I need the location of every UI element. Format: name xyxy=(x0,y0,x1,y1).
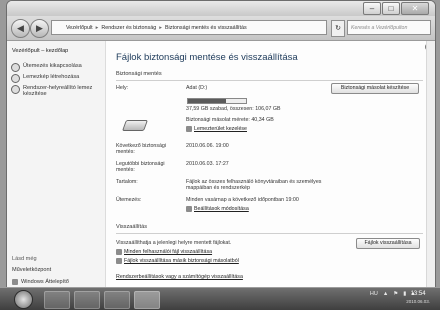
main-content: ? Fájlok biztonsági mentése és visszaáll… xyxy=(106,41,435,287)
backup-section-heading: Biztonsági mentés xyxy=(116,71,162,77)
breadcrumb-system-security[interactable]: Rendszer és biztonság xyxy=(101,25,156,31)
shield-icon xyxy=(11,74,20,83)
page-title: Fájlok biztonsági mentése és visszaállít… xyxy=(116,52,298,63)
contents-label: Tartalom: xyxy=(116,179,138,185)
location-label: Hely: xyxy=(116,85,129,91)
backup-now-button[interactable]: Biztonsági másolat készítése xyxy=(331,83,419,94)
language-indicator[interactable]: HU xyxy=(370,291,378,297)
explorer-taskbar-icon[interactable] xyxy=(74,291,100,309)
shield-icon xyxy=(116,258,122,264)
restore-all-users-link[interactable]: Minden felhasználói fájl visszaállítása xyxy=(116,249,212,255)
clock[interactable]: 13:54 2010.06.03. xyxy=(406,290,430,306)
change-settings-link[interactable]: Beállítások módosítása xyxy=(186,206,249,212)
sidebar-item-label: Ütemezés kikapcsolása xyxy=(23,63,82,69)
sidebar-item-repair-disc[interactable]: Rendszer-helyreállító lemez készítése xyxy=(11,85,101,97)
contents-value: Fájlok az összes felhasználó könyvtáraib… xyxy=(186,179,322,191)
restore-section-heading: Visszaállítás xyxy=(116,224,147,230)
next-backup-label: Következő biztonsági mentés: xyxy=(116,143,167,155)
sidebar-item-label: Lemezkép létrehozása xyxy=(23,74,80,80)
show-hidden-icons-icon[interactable]: ▲ xyxy=(383,291,388,297)
sidebar-action-center-link[interactable]: Műveletközpont xyxy=(12,267,51,273)
title-bar: – □ ✕ xyxy=(7,1,435,16)
breadcrumb-separator-icon: ▸ xyxy=(95,25,99,31)
restore-all-users-label: Minden felhasználói fájl visszaállítása xyxy=(124,249,213,255)
manage-space-label: Lemezterület kezelése xyxy=(194,126,247,132)
breadcrumb-control-panel[interactable]: Vezérlőpult xyxy=(66,25,93,31)
breadcrumb-backup-restore[interactable]: Biztonsági mentés és visszaállítás xyxy=(165,25,247,31)
forward-button[interactable]: ▶ xyxy=(30,19,49,38)
divider xyxy=(116,233,423,234)
last-backup-label: Legutóbbi biztonsági mentés: xyxy=(116,161,165,173)
scrollbar[interactable] xyxy=(426,41,435,287)
media-player-taskbar-icon[interactable] xyxy=(104,291,130,309)
back-button[interactable]: ◀ xyxy=(11,19,30,38)
close-button[interactable]: ✕ xyxy=(401,2,429,15)
clock-time: 13:54 xyxy=(410,291,426,297)
control-panel-taskbar-icon[interactable] xyxy=(134,291,160,309)
sidebar-item-schedule-off[interactable]: Ütemezés kikapcsolása xyxy=(11,63,101,72)
taskbar: HU ▲ ⚑ ▮ ◂ 13:54 2010.06.03. xyxy=(0,287,440,310)
disc-icon xyxy=(11,85,20,94)
restore-files-button[interactable]: Fájlok visszaállítása xyxy=(356,238,420,249)
schedule-value: Minden vasárnap a következő időpontban 1… xyxy=(186,197,299,203)
transfer-icon xyxy=(12,279,18,285)
manage-space-link[interactable]: Lemezterület kezelése xyxy=(186,126,247,132)
restore-other-backup-link[interactable]: Fájlok visszaállítása másik biztonsági m… xyxy=(116,258,239,264)
see-also-heading: Lásd még xyxy=(12,256,37,262)
divider xyxy=(116,80,423,81)
change-settings-label: Beállítások módosítása xyxy=(194,206,249,212)
last-backup-value: 2010.06.03. 17:27 xyxy=(186,161,229,167)
sidebar-home-link[interactable]: Vezérlőpult – kezdőlap xyxy=(12,48,68,54)
restore-description: Visszaállíthatja a jelenlegi helyre ment… xyxy=(116,240,232,246)
maximize-button[interactable]: □ xyxy=(382,2,400,15)
search-input[interactable]: Keresés a Vezérlőpulton xyxy=(347,20,431,35)
window-controls: – □ ✕ xyxy=(363,2,429,15)
drive-name: Adat (D:) xyxy=(186,85,208,91)
restore-files-label: Fájlok visszaállítása xyxy=(364,240,412,246)
shield-icon xyxy=(186,126,192,132)
drive-space: 37,59 GB szabad, összesen: 106,07 GB xyxy=(186,106,281,112)
flag-icon[interactable]: ⚑ xyxy=(393,291,398,297)
hard-drive-icon xyxy=(121,120,149,131)
refresh-icon[interactable]: ↻ xyxy=(331,20,345,37)
sidebar-easy-transfer-link[interactable]: Windows Áttelepítő xyxy=(12,279,69,285)
schedule-label: Ütemezés: xyxy=(116,197,142,203)
easy-transfer-label: Windows Áttelepítő xyxy=(21,279,69,285)
sidebar-item-create-image[interactable]: Lemezkép létrehozása xyxy=(11,74,101,83)
shield-icon xyxy=(186,206,192,212)
drive-usage-fill xyxy=(188,99,226,103)
minimize-button[interactable]: – xyxy=(363,2,381,15)
next-backup-value: 2010.06.06. 19:00 xyxy=(186,143,229,149)
shield-icon xyxy=(116,249,122,255)
sidebar: Vezérlőpult – kezdőlap Ütemezés kikapcso… xyxy=(7,41,106,287)
clock-date: 2010.06.03. xyxy=(406,299,430,304)
shield-icon xyxy=(11,63,20,72)
ie-taskbar-icon[interactable] xyxy=(44,291,70,309)
breadcrumb-separator-icon: ▸ xyxy=(159,25,162,31)
recover-system-link[interactable]: Rendszerbeállítások vagy a számítógép vi… xyxy=(116,274,243,280)
address-bar: ◀ ▶ Vezérlőpult ▸ Rendszer és biztonság ▸ Bi… xyxy=(7,16,435,41)
breadcrumb[interactable]: Vezérlőpult ▸ Rendszer és biztonság ▸ Bizton… xyxy=(51,20,327,35)
sidebar-item-label: Rendszer-helyreállító lemez készítése xyxy=(23,85,93,97)
action-center-label: Műveletközpont xyxy=(12,267,52,273)
backup-size: Biztonsági másolat mérete: 40,34 GB xyxy=(186,117,274,123)
start-button[interactable] xyxy=(14,290,33,309)
control-panel-window: – □ ✕ ◀ ▶ Vezérlőpult ▸ Rendszer és bizton… xyxy=(6,0,436,288)
recover-system-label: Rendszerbeállítások vagy a számítógép vi… xyxy=(116,274,243,280)
restore-other-label: Fájlok visszaállítása másik biztonsági m… xyxy=(124,258,239,264)
drive-usage-bar xyxy=(187,98,247,104)
backup-now-label: Biztonsági másolat készítése xyxy=(340,85,410,91)
